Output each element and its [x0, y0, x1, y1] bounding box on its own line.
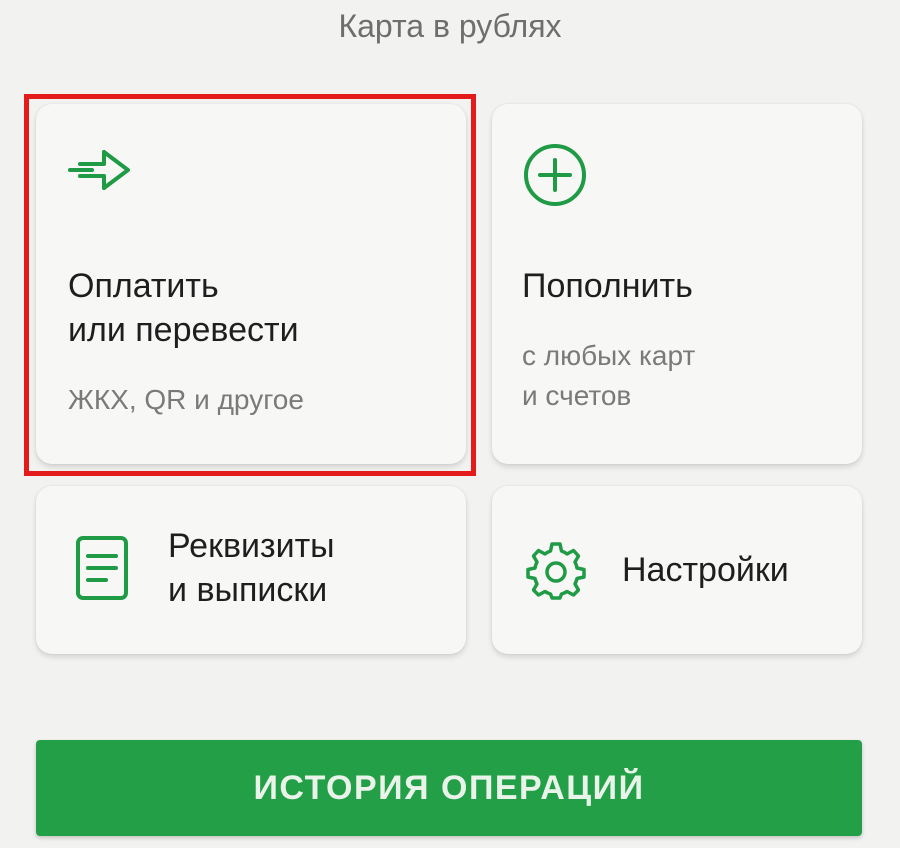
top-up-subtitle-line1: с любых карт	[522, 340, 696, 371]
settings-card[interactable]: Настройки	[492, 486, 862, 654]
settings-card-title: Настройки	[622, 551, 789, 589]
document-icon	[76, 536, 128, 600]
top-up-card-subtitle: с любых карт и счетов	[522, 336, 695, 416]
pay-title-line2: или перевести	[68, 311, 299, 349]
requisites-and-statements-card[interactable]: Реквизиты и выписки	[36, 486, 466, 654]
pay-title-line1: Оплатить	[68, 267, 219, 305]
gear-icon	[526, 542, 586, 600]
top-up-card-title: Пополнить	[522, 267, 693, 305]
pay-or-transfer-card[interactable]: Оплатить или перевести ЖКХ, QR и другое	[36, 104, 466, 464]
requisites-title-line1: Реквизиты	[168, 527, 335, 565]
top-up-subtitle-line2: и счетов	[522, 380, 632, 411]
top-up-card[interactable]: Пополнить с любых карт и счетов	[492, 104, 862, 464]
requisites-card-title: Реквизиты и выписки	[168, 524, 335, 612]
pay-card-title: Оплатить или перевести	[68, 264, 299, 352]
page-title: Карта в рублях	[338, 8, 562, 44]
plus-circle-icon	[524, 144, 586, 206]
operation-history-button[interactable]: ИСТОРИЯ ОПЕРАЦИЙ	[36, 740, 862, 836]
send-arrow-icon	[68, 150, 130, 190]
requisites-title-line2: и выписки	[168, 571, 328, 609]
pay-card-subtitle: ЖКХ, QR и другое	[68, 384, 304, 415]
